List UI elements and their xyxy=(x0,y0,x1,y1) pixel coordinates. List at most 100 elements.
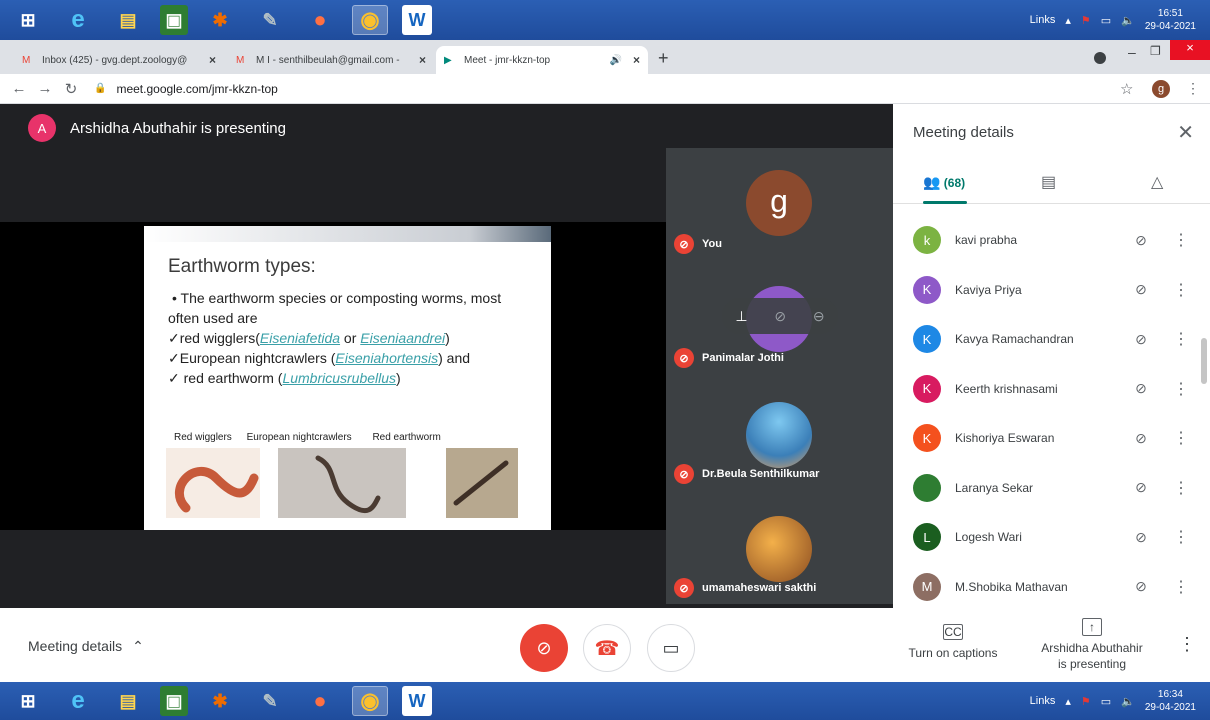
close-icon[interactable]: ✕ xyxy=(1177,120,1194,145)
mic-off-icon[interactable]: ⊘ xyxy=(1129,479,1153,496)
participant-row[interactable]: K Kishoriya Eswaran ⊘ ⋮ xyxy=(913,418,1193,458)
tile-label: ⊘ Dr.Beula Senthilkumar xyxy=(674,464,819,484)
media-icon[interactable]: ✎ xyxy=(252,5,288,35)
profile-dot-icon[interactable] xyxy=(1094,52,1106,64)
new-tab-button[interactable]: + xyxy=(658,48,669,69)
mic-off-icon[interactable]: ⊘ xyxy=(1129,529,1153,546)
file-explorer-icon[interactable]: ▤ xyxy=(110,686,146,716)
ie-icon[interactable]: e xyxy=(60,686,96,716)
start-button[interactable]: ⊞ xyxy=(10,5,46,35)
mic-off-icon[interactable]: ⊘ xyxy=(1129,232,1153,249)
start-button[interactable]: ⊞ xyxy=(10,686,46,716)
network-icon[interactable]: ▭ xyxy=(1101,695,1111,708)
menu-icon[interactable]: ⋮ xyxy=(1186,80,1200,97)
lock-icon[interactable]: 🔒 xyxy=(94,83,106,94)
panel-scrollbar[interactable] xyxy=(1201,338,1207,384)
remove-icon[interactable]: ⊖ xyxy=(813,308,825,325)
mic-off-icon: ⊘ xyxy=(674,464,694,484)
mic-off-icon[interactable]: ⊘ xyxy=(1129,430,1153,447)
nightcrawler-image xyxy=(278,448,406,518)
leave-call-button[interactable]: ☎ xyxy=(583,624,631,672)
tab-meet[interactable]: ▶ Meet - jmr-kkzn-top 🔊 × xyxy=(436,46,648,74)
slide-text: Lumbricusrubellus xyxy=(282,370,397,386)
participant-row[interactable]: Laranya Sekar ⊘ ⋮ xyxy=(913,468,1193,508)
mic-off-icon: ⊘ xyxy=(674,348,694,368)
links-label[interactable]: Links xyxy=(1030,14,1056,26)
pic-label: Red earthworm xyxy=(372,432,441,443)
tab-gmail-message[interactable]: M M I - senthilbeulah@gmail.com - × xyxy=(228,46,434,74)
meeting-details-toggle[interactable]: Meeting details ⌃ xyxy=(28,638,144,655)
meeting-details-label: Meeting details xyxy=(28,638,123,654)
paint-icon[interactable]: ✱ xyxy=(202,686,238,716)
captions-button[interactable]: CC Turn on captions xyxy=(900,624,1006,660)
camera-toggle-button[interactable]: ▭ xyxy=(647,624,695,672)
star-icon[interactable]: ☆ xyxy=(1120,80,1133,98)
slide-text: ✓European nightcrawlers ( xyxy=(168,350,336,366)
participant-row[interactable]: L Logesh Wari ⊘ ⋮ xyxy=(913,517,1193,557)
pin-icon[interactable]: ⊥ xyxy=(735,308,747,325)
volume-icon[interactable]: 🔈 xyxy=(1121,695,1135,708)
back-icon[interactable]: ← xyxy=(6,80,32,97)
chrome-icon[interactable]: ◉ xyxy=(352,5,388,35)
close-window-button[interactable]: × xyxy=(1170,40,1210,60)
ie-icon[interactable]: e xyxy=(60,5,96,35)
network-icon[interactable]: ▭ xyxy=(1101,14,1111,27)
mute-icon[interactable]: ⊘ xyxy=(774,308,786,325)
file-explorer-icon[interactable]: ▤ xyxy=(110,5,146,35)
more-options-icon[interactable]: ⋮ xyxy=(1169,577,1193,597)
reload-icon[interactable]: ↻ xyxy=(58,80,84,98)
store-icon[interactable]: ▣ xyxy=(160,5,188,35)
volume-icon[interactable]: 🔈 xyxy=(1121,14,1135,27)
more-options-icon[interactable]: ⋮ xyxy=(1169,280,1193,300)
restore-button[interactable]: ❐ xyxy=(1150,44,1161,58)
audio-icon[interactable]: 🔊 xyxy=(610,55,622,66)
more-options-icon[interactable]: ⋮ xyxy=(1169,428,1193,448)
mic-off-icon[interactable]: ⊘ xyxy=(1129,281,1153,298)
tab-gmail-inbox[interactable]: M Inbox (425) - gvg.dept.zoology@ × xyxy=(14,46,224,74)
clock[interactable]: 16:34 29-04-2021 xyxy=(1145,688,1196,714)
close-icon[interactable]: × xyxy=(419,53,426,67)
minimize-button[interactable]: – xyxy=(1128,44,1136,60)
participant-row[interactable]: K Kaviya Priya ⊘ ⋮ xyxy=(913,270,1193,310)
forward-icon[interactable]: → xyxy=(32,80,58,97)
participant-row[interactable]: K Kavya Ramachandran ⊘ ⋮ xyxy=(913,319,1193,359)
flag-icon[interactable]: ⚑ xyxy=(1081,14,1091,27)
more-options-icon[interactable]: ⋮ xyxy=(1169,329,1193,349)
firefox-icon[interactable]: ● xyxy=(302,5,338,35)
tab-people[interactable]: 👥 (68) xyxy=(923,174,965,191)
close-icon[interactable]: × xyxy=(633,53,640,67)
tab-activities[interactable]: △ xyxy=(1151,172,1163,192)
clock[interactable]: 16:51 29-04-2021 xyxy=(1145,7,1196,33)
more-options-icon[interactable]: ⋮ xyxy=(1169,527,1193,547)
more-options-icon[interactable]: ⋮ xyxy=(1169,478,1193,498)
chevron-up-icon[interactable]: ▴ xyxy=(1065,695,1071,708)
tab-chat[interactable]: ▤ xyxy=(1041,172,1056,192)
url-field[interactable]: meet.google.com/jmr-kkzn-top xyxy=(116,82,277,96)
store-icon[interactable]: ▣ xyxy=(160,686,188,716)
slide-text: ✓red wigglers( xyxy=(168,330,260,346)
participant-row[interactable]: K Keerth krishnasami ⊘ ⋮ xyxy=(913,369,1193,409)
paint-icon[interactable]: ✱ xyxy=(202,5,238,35)
mic-off-icon[interactable]: ⊘ xyxy=(1129,331,1153,348)
more-options-icon[interactable]: ⋮ xyxy=(1169,379,1193,399)
participant-row[interactable]: M M.Shobika Mathavan ⊘ ⋮ xyxy=(913,567,1193,607)
chrome-icon[interactable]: ◉ xyxy=(352,686,388,716)
profile-avatar[interactable]: g xyxy=(1152,79,1170,98)
gmail-icon: M xyxy=(236,54,245,66)
mic-off-icon[interactable]: ⊘ xyxy=(1129,380,1153,397)
media-icon[interactable]: ✎ xyxy=(252,686,288,716)
more-options-icon[interactable]: ⋮ xyxy=(1169,230,1193,250)
presenting-button[interactable]: ↑ Arshidha Abuthahir is presenting xyxy=(1032,618,1152,672)
more-options-icon[interactable]: ⋮ xyxy=(1178,634,1196,655)
mic-off-icon[interactable]: ⊘ xyxy=(1129,578,1153,595)
close-icon[interactable]: × xyxy=(209,53,216,67)
captions-label: Turn on captions xyxy=(908,646,998,660)
chevron-up-icon[interactable]: ▴ xyxy=(1065,14,1071,27)
links-label[interactable]: Links xyxy=(1030,695,1056,707)
word-icon[interactable]: W xyxy=(402,5,432,35)
word-icon[interactable]: W xyxy=(402,686,432,716)
firefox-icon[interactable]: ● xyxy=(302,686,338,716)
mic-toggle-button[interactable]: ⊘ xyxy=(520,624,568,672)
participant-row[interactable]: k kavi prabha ⊘ ⋮ xyxy=(913,220,1193,260)
flag-icon[interactable]: ⚑ xyxy=(1081,695,1091,708)
